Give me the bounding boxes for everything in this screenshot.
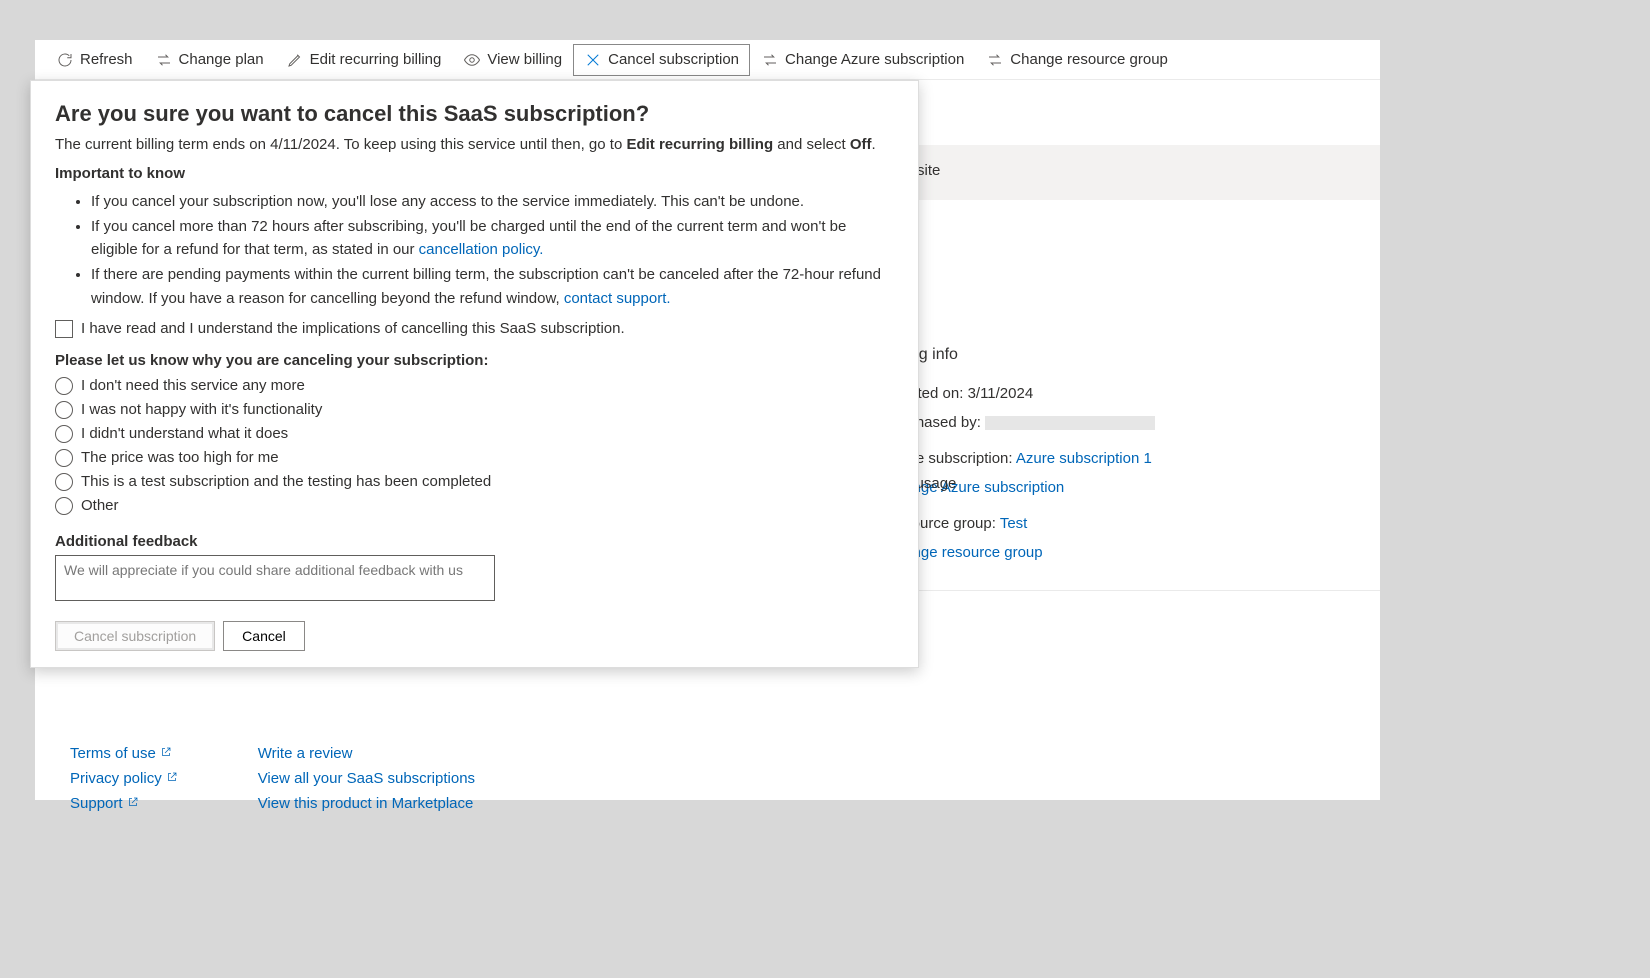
acknowledge-checkbox[interactable] [55,320,73,338]
footer-links: Terms of use Privacy policy Support Writ… [70,745,475,812]
change-plan-label: Change plan [179,51,264,68]
reason-label: I didn't understand what it does [81,425,288,442]
cancel-subscription-label: Cancel subscription [608,51,739,68]
reason-option-2[interactable]: I was not happy with it's functionality [55,401,894,419]
write-review-link[interactable]: Write a review [258,745,475,762]
reason-label: Other [81,497,119,514]
confirm-cancel-subscription-button[interactable]: Cancel subscription [55,621,215,651]
azure-subscription-link[interactable]: Azure subscription 1 [1016,450,1152,467]
reason-option-6[interactable]: Other [55,497,894,515]
view-billing-button[interactable]: View billing [452,44,573,76]
external-link-icon [127,795,139,812]
radio-icon[interactable] [55,377,73,395]
cancel-subscription-dialog: Are you sure you want to cancel this Saa… [30,80,919,668]
important-item-2: If you cancel more than 72 hours after s… [91,215,894,262]
reason-label: I was not happy with it's functionality [81,401,322,418]
view-all-saas-link[interactable]: View all your SaaS subscriptions [258,770,475,787]
radio-icon[interactable] [55,473,73,491]
edit-icon [286,51,304,69]
acknowledge-label: I have read and I understand the implica… [81,320,625,337]
view-billing-label: View billing [487,51,562,68]
reason-option-5[interactable]: This is a test subscription and the test… [55,473,894,491]
reason-heading: Please let us know why you are canceling… [55,352,894,369]
feedback-heading: Additional feedback [55,533,894,550]
reason-label: I don't need this service any more [81,377,305,394]
change-azure-subscription-button[interactable]: Change Azure subscription [750,44,975,76]
important-item-1: If you cancel your subscription now, you… [91,190,894,213]
change-plan-button[interactable]: Change plan [144,44,275,76]
swap-icon [986,51,1004,69]
feedback-textarea[interactable]: We will appreciate if you could share ad… [55,555,495,601]
dialog-paragraph: The current billing term ends on 4/11/20… [55,133,894,156]
cancellation-policy-link[interactable]: cancellation policy. [419,241,544,258]
radio-icon[interactable] [55,497,73,515]
external-link-icon [160,745,172,762]
close-icon [584,51,602,69]
billing-info-panel: Billing info Created on: 3/11/2024 Purch… [885,205,1305,567]
view-in-marketplace-link[interactable]: View this product in Marketplace [258,795,475,812]
change-resource-group-button[interactable]: Change resource group [975,44,1179,76]
important-list: If you cancel your subscription now, you… [55,190,894,310]
change-azure-subscription-label: Change Azure subscription [785,51,964,68]
radio-icon[interactable] [55,401,73,419]
reason-label: This is a test subscription and the test… [81,473,491,490]
radio-icon[interactable] [55,449,73,467]
created-on-value: 3/11/2024 [968,385,1034,402]
edit-recurring-billing-label: Edit recurring billing [310,51,442,68]
refresh-icon [56,51,74,69]
important-item-3: If there are pending payments within the… [91,263,894,310]
support-link[interactable]: Support [70,795,178,812]
reason-label: The price was too high for me [81,449,279,466]
dialog-buttons: Cancel subscription Cancel [55,621,894,651]
purchased-by-redacted [985,416,1155,430]
cancel-subscription-button[interactable]: Cancel subscription [573,44,750,76]
external-link-icon [166,770,178,787]
reason-option-1[interactable]: I don't need this service any more [55,377,894,395]
resource-group-link[interactable]: Test [1000,515,1028,532]
command-bar: Refresh Change plan Edit recurring billi… [35,40,1380,80]
edit-recurring-billing-button[interactable]: Edit recurring billing [275,44,453,76]
important-heading: Important to know [55,162,894,185]
terms-of-use-link[interactable]: Terms of use [70,745,178,762]
billing-info-heading: Billing info [885,340,1305,370]
refresh-label: Refresh [80,51,133,68]
reason-option-4[interactable]: The price was too high for me [55,449,894,467]
privacy-policy-link[interactable]: Privacy policy [70,770,178,787]
reason-option-3[interactable]: I didn't understand what it does [55,425,894,443]
dismiss-dialog-button[interactable]: Cancel [223,621,305,651]
contact-support-link[interactable]: contact support. [564,290,671,307]
refresh-button[interactable]: Refresh [45,44,144,76]
swap-icon [761,51,779,69]
swap-icon [155,51,173,69]
radio-icon[interactable] [55,425,73,443]
dialog-title: Are you sure you want to cancel this Saa… [55,101,894,127]
eye-icon [463,51,481,69]
change-resource-group-label: Change resource group [1010,51,1168,68]
acknowledge-row[interactable]: I have read and I understand the implica… [55,320,894,338]
